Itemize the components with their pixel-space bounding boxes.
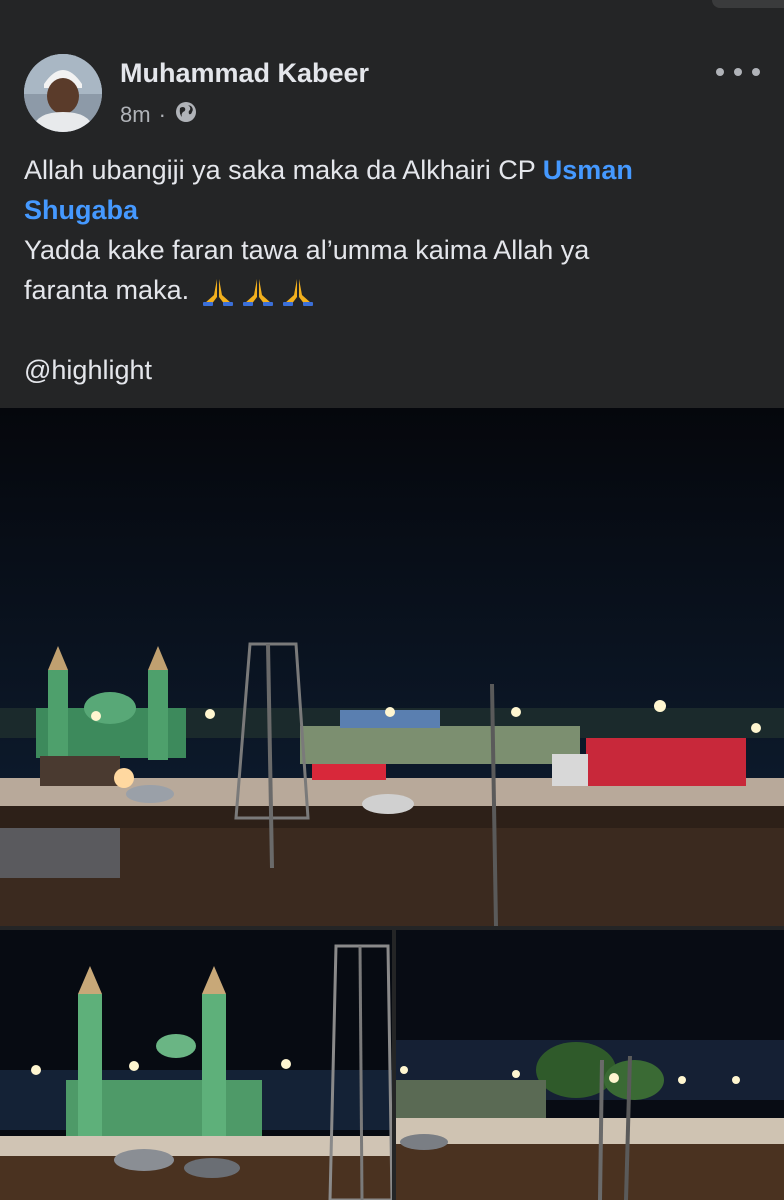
emoji-group (201, 277, 315, 307)
avatar[interactable] (24, 54, 102, 132)
post-text-line-1: Allah ubangiji ya saka maka da Alkhairi … (24, 150, 764, 190)
folded-hands-icon (282, 278, 313, 306)
author-name[interactable]: Muhammad Kabeer (120, 58, 369, 89)
more-dot (752, 68, 760, 76)
post-photo-street[interactable] (396, 930, 784, 1200)
post-text-line-2: Shugaba (24, 190, 764, 230)
mention-link[interactable]: Usman (543, 155, 633, 185)
post-text-line-4: faranta maka. (24, 270, 764, 310)
more-options-icon[interactable] (716, 60, 760, 84)
more-dot (716, 68, 724, 76)
post-text-closing: faranta maka. (24, 275, 190, 305)
mention-link-continued[interactable]: Shugaba (24, 195, 138, 225)
top-edge-control (712, 0, 784, 8)
globe-icon (174, 100, 198, 130)
post-header: Muhammad Kabeer 8m · (24, 54, 760, 134)
meta-separator: · (158, 102, 166, 127)
post-text: Allah ubangiji ya saka maka da Alkhairi … (24, 150, 764, 390)
post-timestamp[interactable]: 8m (120, 102, 151, 128)
highlight-tag[interactable]: @highlight (24, 350, 764, 390)
post-photo-mosque[interactable] (0, 930, 392, 1200)
post-photo-main[interactable] (0, 408, 784, 926)
post-meta: 8m · (120, 100, 198, 130)
post-text-intro: Allah ubangiji ya saka maka da Alkhairi … (24, 155, 543, 185)
post-text-line-3: Yadda kake faran tawa al’umma kaima Alla… (24, 235, 590, 265)
folded-hands-icon (242, 278, 273, 306)
more-dot (734, 68, 742, 76)
folded-hands-icon (202, 278, 233, 306)
